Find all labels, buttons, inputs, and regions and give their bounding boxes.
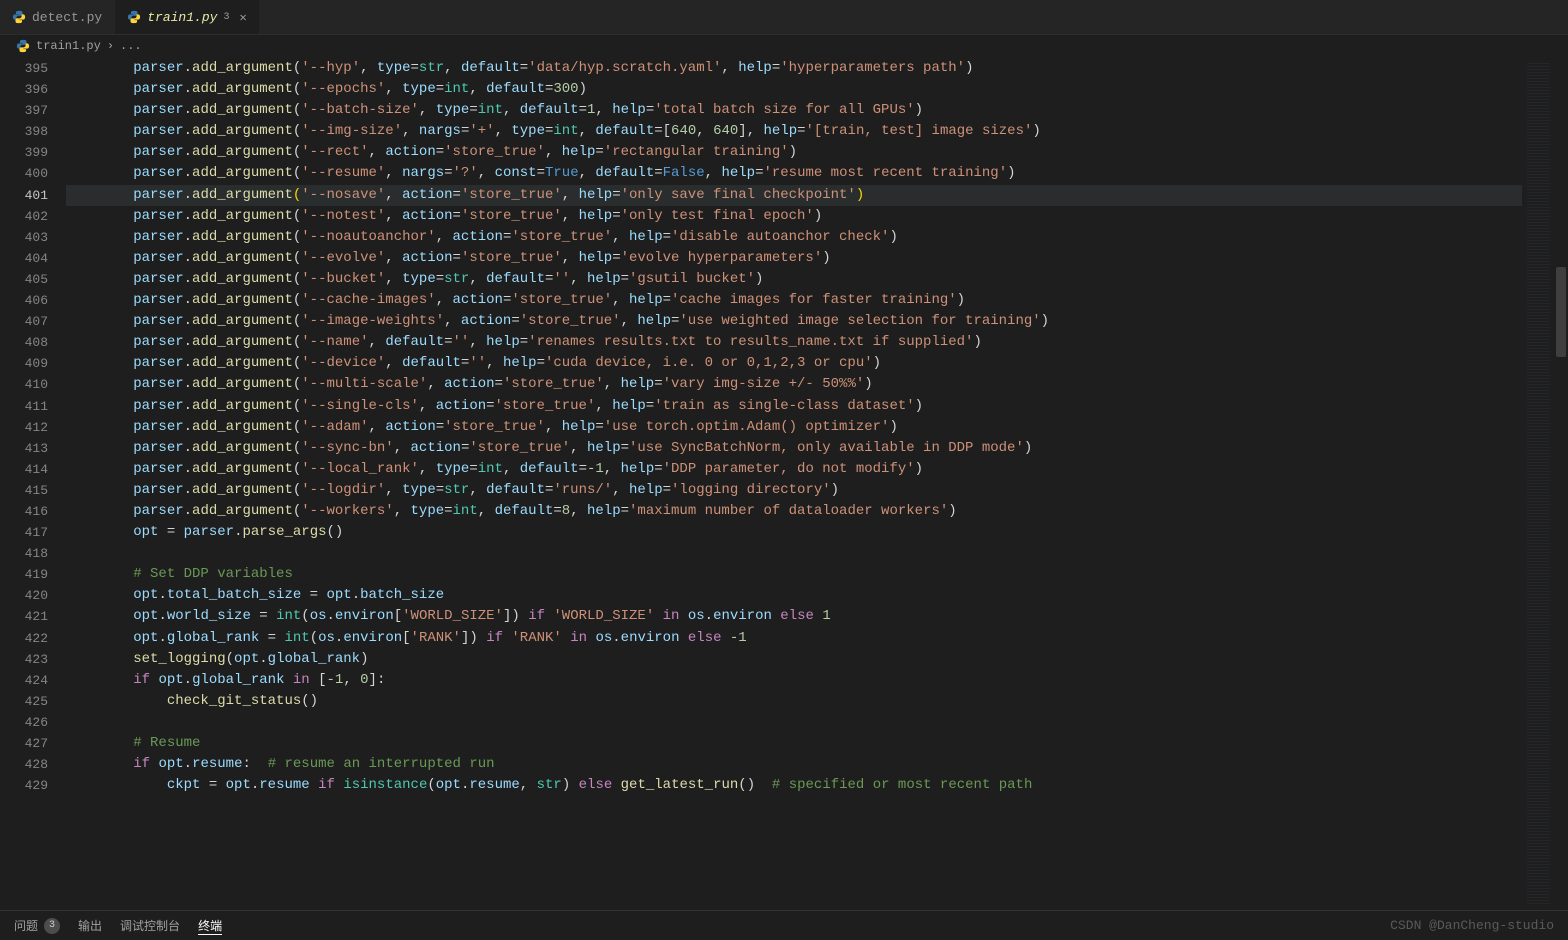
code-line[interactable] [66, 543, 1522, 564]
code-content[interactable]: parser.add_argument('--hyp', type=str, d… [66, 57, 1522, 910]
code-line[interactable]: parser.add_argument('--evolve', action='… [66, 248, 1522, 269]
code-line[interactable] [66, 712, 1522, 733]
python-icon [12, 10, 26, 24]
code-line[interactable]: parser.add_argument('--multi-scale', act… [66, 374, 1522, 395]
tab-name: detect.py [32, 10, 102, 25]
code-line[interactable]: parser.add_argument('--noautoanchor', ac… [66, 227, 1522, 248]
problems-badge: 3 [44, 918, 60, 934]
bottom-panel: 问题 3 输出 调试控制台 终端 CSDN @DanCheng-studio [0, 910, 1568, 940]
scrollbar-vertical[interactable] [1554, 57, 1568, 910]
panel-problems[interactable]: 问题 3 [14, 917, 60, 934]
code-line[interactable]: parser.add_argument('--logdir', type=str… [66, 480, 1522, 501]
code-line[interactable]: if opt.global_rank in [-1, 0]: [66, 670, 1522, 691]
breadcrumb-ellipsis[interactable]: ... [120, 39, 142, 53]
code-line[interactable]: if opt.resume: # resume an interrupted r… [66, 754, 1522, 775]
minimap[interactable] [1522, 57, 1554, 910]
code-line[interactable]: parser.add_argument('--adam', action='st… [66, 417, 1522, 438]
tabs-bar: detect.py train1.py 3 ✕ [0, 0, 1568, 35]
code-line[interactable]: check_git_status() [66, 691, 1522, 712]
tab-name: train1.py [147, 10, 217, 25]
panel-debug-console[interactable]: 调试控制台 [120, 917, 180, 934]
tab-detect[interactable]: detect.py [0, 0, 115, 34]
breadcrumb-file[interactable]: train1.py [36, 39, 101, 53]
code-line[interactable]: parser.add_argument('--workers', type=in… [66, 501, 1522, 522]
code-line[interactable]: parser.add_argument('--epochs', type=int… [66, 79, 1522, 100]
breadcrumb: train1.py › ... [0, 35, 1568, 57]
code-line[interactable]: parser.add_argument('--local_rank', type… [66, 459, 1522, 480]
watermark: CSDN @DanCheng-studio [1390, 918, 1554, 933]
code-line[interactable]: parser.add_argument('--notest', action='… [66, 206, 1522, 227]
code-line[interactable]: ckpt = opt.resume if isinstance(opt.resu… [66, 775, 1522, 796]
python-icon [16, 39, 30, 53]
code-line[interactable]: parser.add_argument('--device', default=… [66, 353, 1522, 374]
code-line[interactable]: parser.add_argument('--resume', nargs='?… [66, 163, 1522, 184]
code-line[interactable]: opt.global_rank = int(os.environ['RANK']… [66, 628, 1522, 649]
code-line[interactable]: parser.add_argument('--single-cls', acti… [66, 396, 1522, 417]
tab-train1[interactable]: train1.py 3 ✕ [115, 0, 259, 34]
scroll-thumb[interactable] [1556, 267, 1566, 357]
code-line[interactable]: parser.add_argument('--nosave', action='… [66, 185, 1522, 206]
code-line[interactable]: opt.world_size = int(os.environ['WORLD_S… [66, 606, 1522, 627]
code-line[interactable]: parser.add_argument('--hyp', type=str, d… [66, 58, 1522, 79]
close-icon[interactable]: ✕ [239, 10, 246, 25]
python-icon [127, 10, 141, 24]
code-line[interactable]: opt = parser.parse_args() [66, 522, 1522, 543]
code-line[interactable]: parser.add_argument('--bucket', type=str… [66, 269, 1522, 290]
code-line[interactable]: parser.add_argument('--sync-bn', action=… [66, 438, 1522, 459]
code-line[interactable]: parser.add_argument('--batch-size', type… [66, 100, 1522, 121]
editor[interactable]: 3953963973983994004014024034044054064074… [0, 57, 1568, 910]
code-line[interactable]: parser.add_argument('--rect', action='st… [66, 142, 1522, 163]
code-line[interactable]: # Resume [66, 733, 1522, 754]
line-number-gutter: 3953963973983994004014024034044054064074… [0, 57, 66, 910]
code-line[interactable]: parser.add_argument('--image-weights', a… [66, 311, 1522, 332]
code-line[interactable]: opt.total_batch_size = opt.batch_size [66, 585, 1522, 606]
breadcrumb-sep: › [107, 39, 114, 53]
code-line[interactable]: parser.add_argument('--name', default=''… [66, 332, 1522, 353]
panel-terminal[interactable]: 终端 [198, 917, 222, 935]
tab-modified-count: 3 [223, 12, 229, 23]
code-line[interactable]: # Set DDP variables [66, 564, 1522, 585]
code-line[interactable]: set_logging(opt.global_rank) [66, 649, 1522, 670]
code-line[interactable]: parser.add_argument('--img-size', nargs=… [66, 121, 1522, 142]
code-line[interactable]: parser.add_argument('--cache-images', ac… [66, 290, 1522, 311]
panel-output[interactable]: 输出 [78, 917, 102, 934]
